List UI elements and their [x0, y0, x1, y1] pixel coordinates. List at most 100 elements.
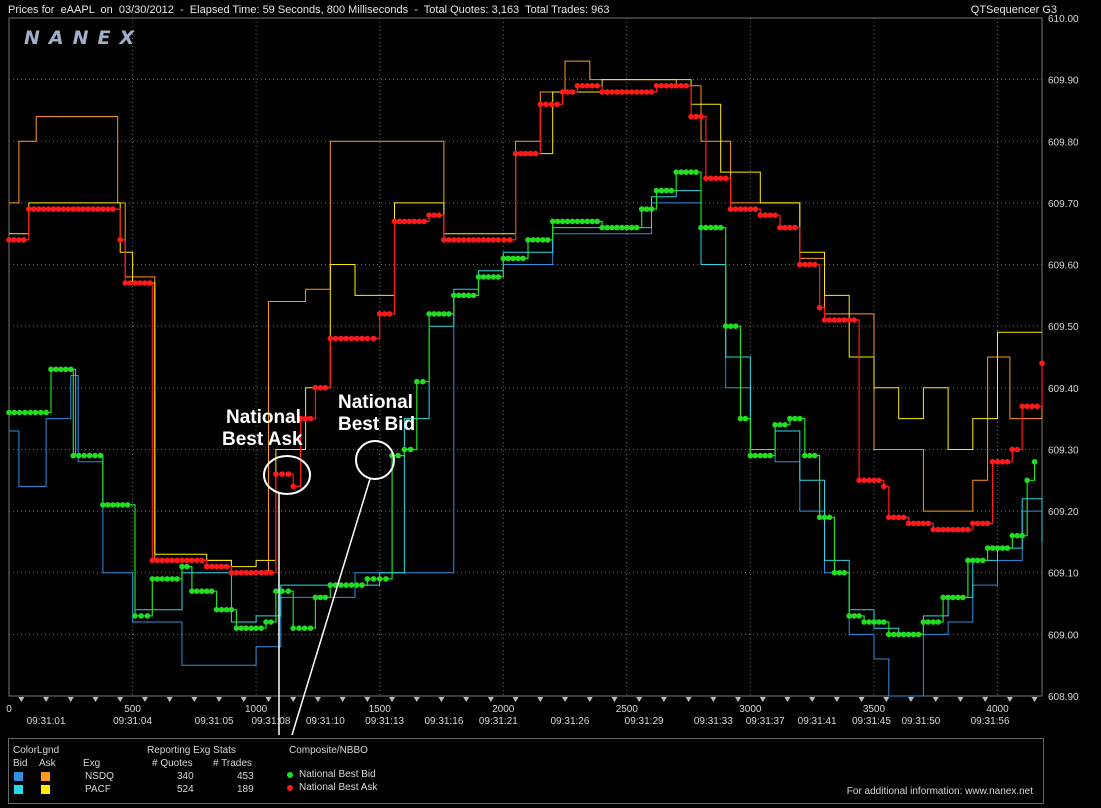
nbo-marker [604, 89, 610, 95]
legend-pacf-trades: 189 [237, 784, 254, 795]
legend-exg-header: Exg [83, 758, 101, 769]
nbo-marker [370, 335, 377, 342]
nbb-marker [27, 409, 33, 416]
x-minor-tick [982, 697, 989, 702]
plot-area [8, 17, 1043, 697]
time-label: 09:31:56 [971, 716, 1010, 727]
nbb-marker [900, 631, 907, 638]
time-label: 09:31:04 [113, 716, 152, 727]
nbo-marker [105, 206, 111, 212]
nbo-marker [75, 206, 81, 212]
nbo-marker [589, 83, 595, 89]
nbb-marker [920, 619, 927, 625]
nbb-marker [105, 502, 111, 508]
nbo-marker [757, 212, 764, 218]
x-minor-tick [240, 697, 247, 702]
nbo-marker [80, 206, 86, 212]
nbo-marker [633, 89, 640, 95]
nbo-marker [554, 101, 560, 108]
nbb-marker [861, 619, 867, 625]
nbb-marker [159, 576, 165, 582]
nbo-marker [915, 520, 922, 527]
nbb-marker [638, 206, 645, 212]
nbo-marker [110, 206, 116, 212]
nbb-marker [75, 452, 82, 459]
nbo-marker [1029, 403, 1035, 410]
nbb-marker [589, 218, 595, 225]
nbb-marker [732, 323, 739, 330]
nbb-marker [124, 502, 131, 508]
nbb-marker [446, 311, 452, 317]
nbb-marker [876, 619, 882, 625]
nbb-marker [53, 366, 59, 373]
nbo-marker [1014, 446, 1021, 453]
nbb-marker [683, 169, 689, 175]
nbo-marker [777, 224, 783, 231]
nbb-marker [797, 415, 803, 422]
nbo-marker [826, 317, 833, 323]
nbo-marker [228, 569, 235, 576]
legend-nsdq-trades: 453 [237, 771, 254, 782]
nbb-marker [584, 218, 591, 225]
nbo-marker [1039, 360, 1045, 367]
nbb-marker [243, 625, 249, 631]
x-tick-label: 0 [6, 704, 12, 715]
nbb-marker [574, 218, 581, 225]
nbo-marker [925, 520, 932, 527]
nbo-marker [624, 89, 630, 95]
nbb-marker [668, 187, 675, 194]
nbo-marker [619, 89, 625, 95]
nbo-marker [747, 206, 754, 212]
time-label: 09:31:33 [694, 716, 733, 727]
nbo-marker [268, 569, 274, 576]
nbb-marker [910, 631, 917, 638]
nbb-marker [110, 502, 116, 508]
legend-exg-nsdq: NSDQ [85, 771, 114, 782]
nbb-marker [268, 619, 274, 625]
nbo-marker [507, 237, 513, 243]
nbo-marker [569, 89, 576, 95]
nbo-marker [648, 89, 655, 95]
nbb-marker [263, 619, 269, 625]
x-minor-tick [537, 697, 544, 702]
nbo-marker [421, 218, 428, 225]
nbb-marker [407, 446, 414, 453]
nbb-marker [460, 292, 467, 299]
nbo-marker [930, 526, 937, 533]
nbb-marker [544, 237, 551, 243]
nbo-marker [762, 212, 768, 218]
nbb-marker [619, 224, 625, 231]
annotation-bid-line2: Best Bid [338, 414, 415, 435]
nbo-marker [348, 335, 355, 342]
nbb-marker [1031, 459, 1038, 465]
nbo-marker [322, 385, 329, 391]
nbb-marker [290, 625, 297, 631]
nbb-marker [955, 594, 961, 601]
nbo-marker [802, 261, 808, 268]
nbb-marker [343, 582, 350, 588]
x-minor-tick [735, 697, 742, 702]
nbb-marker [984, 545, 991, 551]
legend-composite: Composite/NBBO [289, 745, 368, 756]
nbb-marker [1009, 532, 1016, 539]
nbb-marker [826, 514, 833, 521]
nbb-marker [787, 415, 793, 422]
nbo-marker [537, 101, 544, 108]
nbo-marker [279, 471, 285, 477]
price-chart[interactable]: 0 500 1000 1500 2000 2500 3000 3500 4000 09:31:01… [0, 0, 1101, 735]
nbb-marker [846, 613, 852, 619]
nbo-marker [960, 526, 966, 533]
nbb-marker [114, 502, 121, 508]
nbb-marker [629, 224, 635, 231]
nbo-marker [137, 280, 143, 286]
nbo-marker [965, 526, 971, 533]
x-tick-label: 3000 [739, 704, 762, 715]
nbb-marker [208, 588, 215, 594]
nbo-marker [727, 206, 734, 212]
nbb-marker [301, 625, 308, 631]
nbo-marker [599, 89, 605, 95]
nbo-marker [426, 212, 432, 218]
nbo-marker [248, 569, 254, 576]
nbo-marker [40, 206, 47, 212]
nbb-marker [777, 422, 783, 428]
